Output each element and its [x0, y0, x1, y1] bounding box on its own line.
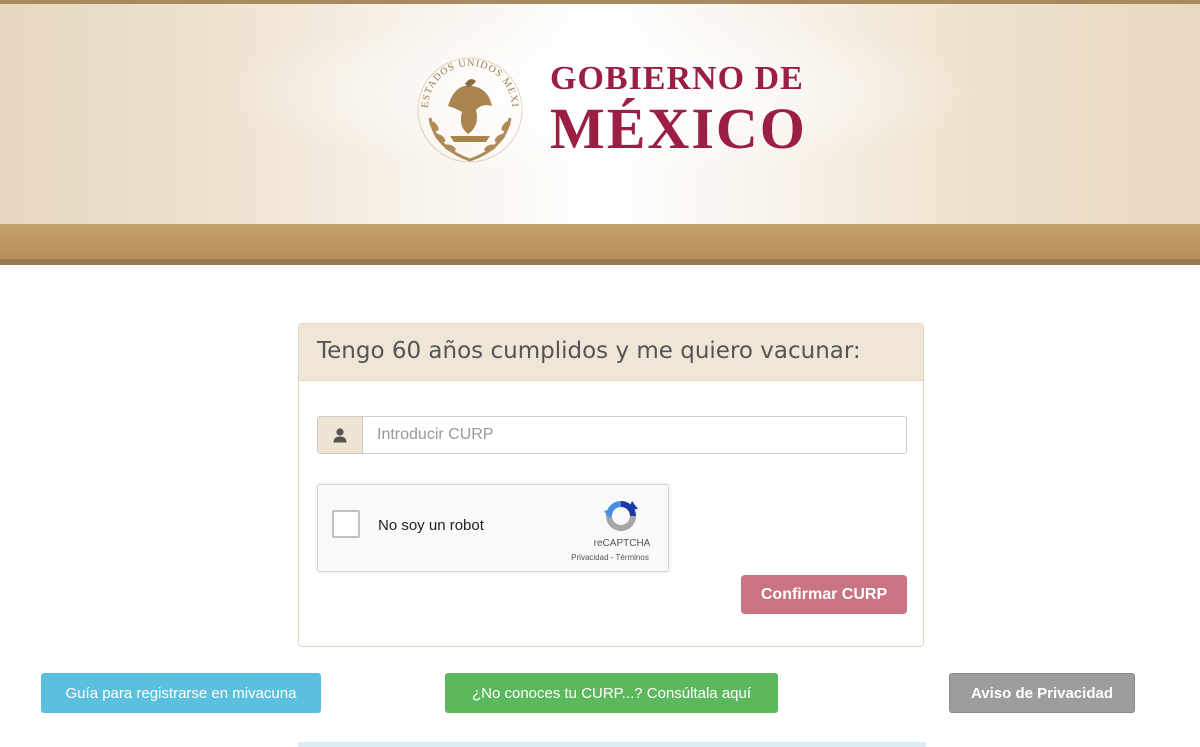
estados-unidos-mexicanos-seal-icon: ESTADOS UNIDOS MEXICANOS — [410, 48, 523, 163]
brand-title-line1: GOBIERNO DE — [550, 60, 804, 97]
site-header: ESTADOS UNIDOS MEXICANOS GOBIERNO DE MÉX… — [0, 0, 1200, 265]
card-header: Tengo 60 años cumplidos y me quiero vacu… — [299, 324, 923, 381]
user-icon — [333, 428, 347, 443]
curp-input[interactable] — [363, 417, 904, 453]
recaptcha-label: No soy un robot — [378, 517, 484, 534]
curp-lookup-button[interactable]: ¿No conoces tu CURP...? Consúltala aquí — [445, 673, 778, 713]
recaptcha-widget: No soy un robot reCAPTCHA Privacidad - T… — [317, 484, 669, 572]
card-title: Tengo 60 años cumplidos y me quiero vacu… — [317, 338, 861, 364]
brand-title-line2: MÉXICO — [550, 96, 807, 161]
confirm-curp-button[interactable]: Confirmar CURP — [741, 575, 907, 614]
header-band-edge — [0, 259, 1200, 265]
privacy-notice-button[interactable]: Aviso de Privacidad — [949, 673, 1135, 713]
registration-guide-button[interactable]: Guía para registrarse en mivacuna — [41, 673, 321, 713]
curp-input-group — [317, 416, 907, 454]
recaptcha-logo-icon — [604, 501, 638, 531]
recaptcha-links[interactable]: Privacidad - Términos — [556, 553, 664, 562]
info-alert-strip — [298, 742, 926, 747]
recaptcha-checkbox[interactable] — [332, 510, 360, 538]
curp-input-addon — [318, 417, 363, 453]
registration-card: Tengo 60 años cumplidos y me quiero vacu… — [298, 323, 924, 647]
recaptcha-brand: reCAPTCHA — [593, 538, 651, 549]
header-band — [0, 224, 1200, 260]
